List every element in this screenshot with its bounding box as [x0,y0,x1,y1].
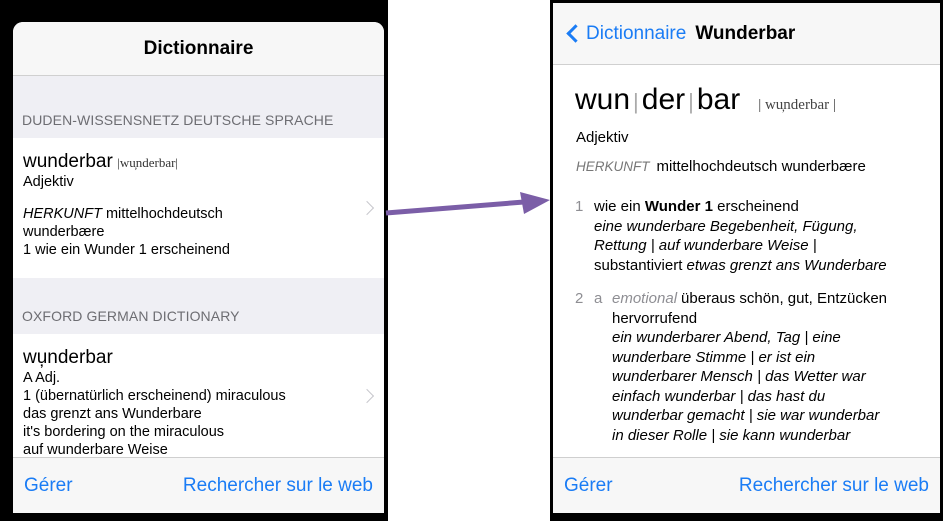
entry-herkunft: HERKUNFT mittelhochdeutsch [23,206,223,222]
cross-reference-link[interactable]: Wunder 1 [645,198,713,215]
section-spacer [13,76,384,112]
sense-subletter: a [594,290,603,307]
chevron-right-icon [359,200,375,216]
bottom-toolbar: Gérer Rechercher sur le web [13,457,384,513]
example-line: eine wunderbare Begebenheit, Fügung, [594,217,858,235]
example-line: substantiviert etwas grenzt ans Wunderba… [594,256,887,274]
herkunft-label: HERKUNFT [576,159,650,174]
screenshot-canvas: Dictionnaire DUDEN-WISSENSNETZ DEUTSCHE … [0,0,943,521]
dictionary-cell-duden[interactable]: wunderbar |wu̦nderbar| Adjektiv HERKUNFT… [13,138,384,278]
back-button[interactable]: Dictionnaire [586,23,686,45]
example-line: wunderbarer Mensch | das Wetter war [612,368,866,385]
example-line: wunderbar gemacht | sie war wunderbar [612,407,880,424]
entry-line: A Adj. [23,370,61,386]
search-web-button[interactable]: Rechercher sur le web [183,475,373,497]
syllable-separator: | [688,89,694,114]
manage-button[interactable]: Gérer [564,475,613,497]
entry-line: das grenzt ans Wunderbare [23,406,202,422]
entry-line: wunderbære [23,224,105,240]
right-phone-frame: Dictionnaire Wunderbar wun | der | bar |… [550,0,943,521]
dictionary-cell-oxford[interactable]: wu̦nderbar A Adj. 1 (übernatürlich ersch… [13,334,384,458]
sense-1: 1 wie ein Wunder 1 erscheinend eine wund… [575,198,887,274]
search-web-button[interactable]: Rechercher sur le web [739,475,929,497]
part-of-speech: Adjektiv [576,129,629,146]
section-header-oxford: OXFORD GERMAN DICTIONARY [13,308,384,334]
usage-label: emotional [612,290,678,307]
entry-line: it's bordering on the miraculous [23,424,225,440]
chevron-right-icon [359,388,375,404]
left-phone-frame: Dictionnaire DUDEN-WISSENSNETZ DEUTSCHE … [0,0,388,521]
sense-2: 2 a emotional überaus schön, gut, Entzück… [575,290,888,444]
nav-bar: Dictionnaire Wunderbar [553,3,940,65]
section-spacer [13,278,384,308]
chevron-left-icon[interactable] [566,24,585,43]
entry-line: 1 (übernatürlich erscheinend) miraculous [23,388,286,404]
herkunft: HERKUNFT mittelhochdeutsch wunderbære [576,158,930,175]
right-screen: Dictionnaire Wunderbar wun | der | bar |… [553,3,940,513]
entry-word: wunderbar [23,151,113,172]
herkunft-text: mittelhochdeutsch wunderbære [656,158,866,175]
left-header: Dictionnaire [13,22,384,76]
entry-pos: Adjektiv [23,174,74,190]
example-line: einfach wunderbar | das hast du [612,387,826,405]
arrow-right-icon [385,192,550,216]
headword: wun | der | bar | wu̦nderbar | [575,83,930,117]
headword-syllable: der [641,83,686,116]
syllable-separator: | [633,89,639,114]
entry-line: 1 wie ein Wunder 1 erscheinend [23,242,230,258]
section-header-duden: DUDEN-WISSENSNETZ DEUTSCHE SPRACHE [13,112,384,138]
page-title: Dictionnaire [143,37,254,59]
entry-body: wun | der | bar | wu̦nderbar | Adjektiv … [553,65,940,445]
nav-title: Wunderbar [695,22,796,44]
example-line: ein wunderbarer Abend, Tag | eine [612,329,841,346]
definition-line: hervorrufend [612,309,698,327]
entry-phonetic: |wu̦nderbar| [117,155,179,170]
sense-number: 1 [575,198,584,215]
left-screen: Dictionnaire DUDEN-WISSENSNETZ DEUTSCHE … [13,22,384,513]
headword-phonetic: | wu̦nderbar | [758,97,836,113]
entry-word: wu̦nderbar [23,347,113,368]
sense-number: 2 [575,290,584,307]
example-line: in dieser Rolle | sie kann wunderbar [612,426,851,444]
example-line: Rettung | auf wunderbare Weise | [594,237,817,254]
headword-syllable: wun [575,83,631,116]
bottom-toolbar: Gérer Rechercher sur le web [553,457,940,513]
manage-button[interactable]: Gérer [24,475,73,497]
example-line: wunderbare Stimme | er ist ein [612,348,816,366]
headword-syllable: bar [696,83,741,116]
